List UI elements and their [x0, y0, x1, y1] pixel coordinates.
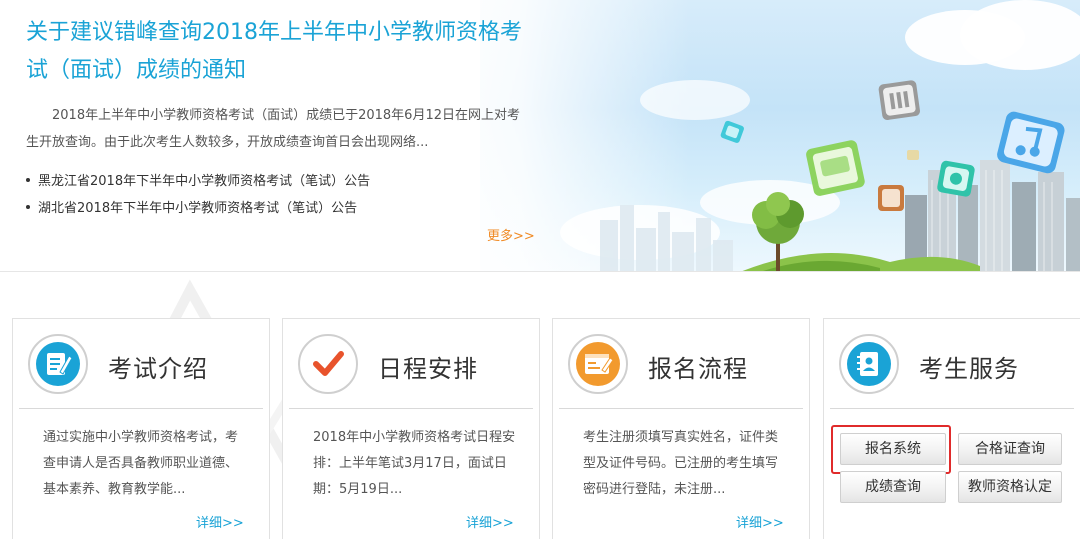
card-description: 通过实施中小学教师资格考试，考查申请人是否具备教师职业道德、基本素养、教育教学能…	[43, 430, 239, 497]
detail-link[interactable]: 详细>>	[466, 512, 514, 531]
document-edit-icon	[36, 342, 80, 386]
icon-badge	[568, 334, 628, 394]
card-header: 考试介绍	[13, 319, 269, 409]
score-query-button[interactable]: 成绩查询	[840, 471, 946, 503]
card-divider	[19, 408, 263, 409]
city-illustration	[600, 80, 1080, 271]
news-list-item[interactable]: 湖北省2018年下半年中小学教师资格考试（笔试）公告	[26, 195, 370, 222]
certificate-query-button[interactable]: 合格证查询	[958, 433, 1062, 465]
card-schedule: 日程安排 2018年中小学教师资格考试日程安排：上半年笔试3月17日，面试日期：…	[282, 318, 540, 539]
card-title: 考试介绍	[108, 355, 208, 383]
form-edit-icon	[576, 342, 620, 386]
icon-badge	[28, 334, 88, 394]
card-divider	[559, 408, 803, 409]
top-banner: 关于建议错峰查询2018年上半年中小学教师资格考试（面试）成绩的通知 2018年…	[0, 0, 1080, 272]
bullet-icon	[26, 204, 30, 209]
bullet-icon	[26, 177, 30, 182]
card-header: 考生服务	[824, 319, 1080, 409]
card-divider	[830, 408, 1074, 409]
card-title: 日程安排	[378, 355, 478, 383]
icon-badge	[298, 334, 358, 394]
news-item-label: 黑龙江省2018年下半年中小学教师资格考试（笔试）公告	[38, 174, 371, 189]
card-description: 考生注册须填写真实姓名，证件类型及证件号码。已注册的考生填写密码进行登陆，未注册…	[583, 430, 779, 497]
card-registration-process: 报名流程 考生注册须填写真实姓名，证件类型及证件号码。已注册的考生填写密码进行登…	[552, 318, 810, 539]
card-header: 报名流程	[553, 319, 809, 409]
registration-system-button[interactable]: 报名系统	[840, 433, 946, 465]
news-summary: 2018年上半年中小学教师资格考试（面试）成绩已于2018年6月12日在网上对考…	[26, 108, 520, 150]
detail-link[interactable]: 详细>>	[736, 512, 784, 531]
icon-badge	[839, 334, 899, 394]
news-item-label: 湖北省2018年下半年中小学教师资格考试（笔试）公告	[38, 201, 358, 216]
news-list: 黑龙江省2018年下半年中小学教师资格考试（笔试）公告 湖北省2018年下半年中…	[26, 168, 370, 222]
card-exam-intro: 考试介绍 通过实施中小学教师资格考试，考查申请人是否具备教师职业道德、基本素养、…	[12, 318, 270, 539]
card-description: 2018年中小学教师资格考试日程安排：上半年笔试3月17日，面试日期：5月19日…	[313, 430, 516, 497]
card-title: 考生服务	[919, 355, 1019, 383]
card-header: 日程安排	[283, 319, 539, 409]
detail-link[interactable]: 详细>>	[196, 512, 244, 531]
card-title: 报名流程	[648, 355, 748, 383]
checkmark-icon	[306, 342, 350, 386]
card-candidate-services: 考生服务 报名系统 合格证查询 成绩查询 教师资格认定	[823, 318, 1080, 539]
card-divider	[289, 408, 533, 409]
news-list-item[interactable]: 黑龙江省2018年下半年中小学教师资格考试（笔试）公告	[26, 168, 370, 195]
contact-book-icon	[847, 342, 891, 386]
news-headline-link[interactable]: 关于建议错峰查询2018年上半年中小学教师资格考试（面试）成绩的通知	[26, 14, 526, 90]
teacher-qualification-button[interactable]: 教师资格认定	[958, 471, 1062, 503]
more-news-link[interactable]: 更多>>	[487, 225, 535, 244]
